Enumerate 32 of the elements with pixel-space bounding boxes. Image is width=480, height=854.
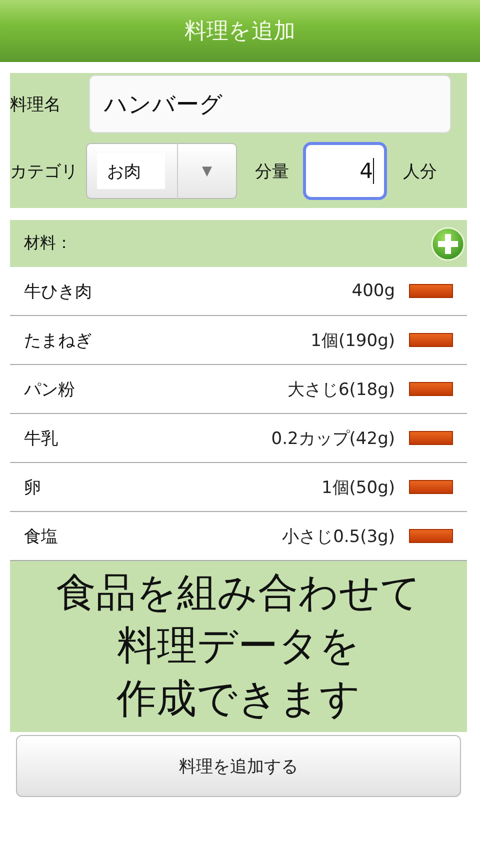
screen-title: 料理を追加 (184, 18, 296, 46)
promo-text: 作成できます (116, 675, 360, 724)
remove-button[interactable] (409, 480, 453, 494)
promo-text: 食品を組み合わせて (56, 569, 421, 618)
remove-button[interactable] (409, 333, 453, 347)
ingredient-amount: 小さじ0.5(3g) (282, 526, 395, 548)
ingredient-amount: 0.2カップ(42g) (271, 428, 395, 450)
unit-label: 人分 (403, 160, 437, 182)
add-dish-button[interactable]: 料理を追加する (16, 735, 461, 797)
remove-button[interactable] (409, 284, 453, 298)
servings-field[interactable]: 4 (303, 142, 387, 200)
section-title: 材料： (24, 233, 72, 254)
category-dropdown[interactable]: お肉 ▼ (86, 143, 237, 199)
ingredient-name: たまねぎ (24, 330, 93, 352)
ingredient-amount: 1個(50g) (321, 476, 395, 498)
promo-text: 料理データを (117, 622, 360, 671)
add-icon[interactable] (431, 226, 465, 260)
ingredient-amount: 大さじ6(18g) (287, 378, 395, 400)
remove-button[interactable] (409, 382, 453, 396)
dish-name-field[interactable]: ハンバーグ (89, 75, 451, 133)
ingredient-amount: 1個(190g) (310, 330, 395, 352)
remove-button[interactable] (409, 431, 453, 445)
remove-button[interactable] (409, 529, 453, 543)
field-label: 分量 (255, 160, 289, 182)
ingredient-name: 牛乳 (24, 428, 59, 450)
ingredient-name: 食塩 (24, 526, 59, 548)
field-label: カテゴリ (10, 160, 78, 182)
ingredient-name: パン粉 (24, 378, 76, 400)
field-label: 料理名 (10, 94, 61, 116)
ingredient-name: 牛ひき肉 (24, 280, 93, 302)
ingredient-amount: 400g (352, 281, 395, 301)
ingredient-name: 卵 (24, 476, 42, 498)
